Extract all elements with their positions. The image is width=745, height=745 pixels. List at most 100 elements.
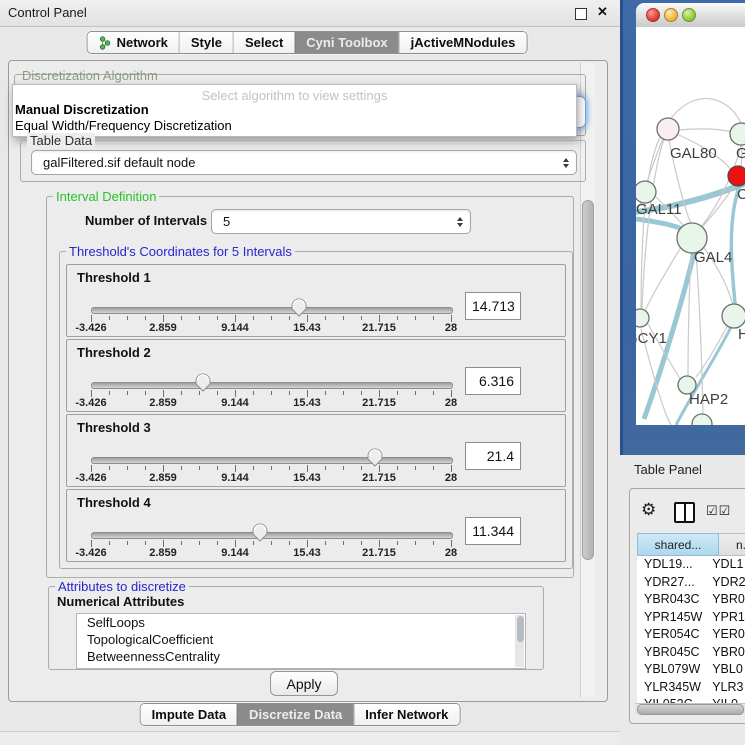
table-cell[interactable]: YLR345W <box>637 679 709 697</box>
node-label-gal4: GAL4 <box>694 249 732 266</box>
table-row[interactable]: YBL079WYBL0 <box>637 661 745 679</box>
table-cell[interactable]: YPR1 <box>709 609 745 627</box>
network-node-gal11[interactable] <box>636 181 656 203</box>
table-cell[interactable]: YER0 <box>709 626 745 644</box>
slider-scale-label: 15.43 <box>293 547 321 559</box>
table-cell[interactable]: YBR043C <box>637 591 709 609</box>
table-cell[interactable]: YPR145W <box>637 609 709 627</box>
threshold-value-field[interactable] <box>465 442 521 470</box>
combo-stepper-icon <box>457 217 463 227</box>
table-cell[interactable]: YER054C <box>637 626 709 644</box>
close-traffic-light[interactable] <box>646 8 660 22</box>
slider-scale-label: 2.859 <box>149 472 177 484</box>
slider-scale-label: -3.426 <box>75 472 106 484</box>
column-header-shared-name[interactable]: shared... <box>637 533 719 556</box>
threshold-slider-track[interactable] <box>91 307 453 314</box>
slider-tick <box>199 466 200 470</box>
minimize-traffic-light[interactable] <box>664 8 678 22</box>
table-cell[interactable]: YDR2 <box>709 574 745 592</box>
table-row[interactable]: YLR345WYLR3 <box>637 679 745 697</box>
slider-thumb[interactable] <box>366 447 384 468</box>
table-cell[interactable]: YBL0 <box>709 661 745 679</box>
menu-item-manual-discretization[interactable]: Manual Discretization <box>15 102 149 117</box>
list-scrollbar-thumb[interactable] <box>517 616 524 642</box>
split-view-icon[interactable] <box>674 502 695 523</box>
table-row[interactable]: YPR145WYPR1 <box>637 609 745 627</box>
panel-title: Control Panel <box>8 5 87 20</box>
table-cell[interactable]: YDL1 <box>709 556 745 574</box>
table-data-combo[interactable]: galFiltered.sif default node <box>31 150 577 175</box>
table-cell[interactable]: YIL0 <box>709 696 745 703</box>
tab-label: Infer Network <box>365 707 448 722</box>
slider-tick <box>253 316 254 320</box>
network-node[interactable] <box>730 123 745 145</box>
tab-select[interactable]: Select <box>233 32 294 53</box>
slider-thumb[interactable] <box>251 522 269 543</box>
tab-cyni-toolbox[interactable]: Cyni Toolbox <box>294 32 398 53</box>
slider-tick <box>379 540 380 547</box>
table-cell[interactable]: YBR045C <box>637 644 709 662</box>
table-row[interactable]: YBR043CYBR0 <box>637 591 745 609</box>
column-header-name[interactable]: n... <box>719 533 745 556</box>
tab-impute-data[interactable]: Impute Data <box>141 704 237 725</box>
tab-jactivemnodules[interactable]: jActiveMNodules <box>399 32 527 53</box>
slider-thumb[interactable] <box>290 297 308 318</box>
table-cell[interactable]: YBR0 <box>709 644 745 662</box>
threshold-slider-track[interactable] <box>91 457 453 464</box>
table-cell[interactable]: YBL079W <box>637 661 709 679</box>
network-node-gal80[interactable] <box>657 118 679 140</box>
slider-tick <box>163 540 164 547</box>
table-row[interactable]: YER054CYER0 <box>637 626 745 644</box>
threshold-slider-track[interactable] <box>91 382 453 389</box>
slider-tick <box>181 391 182 395</box>
table-cell[interactable]: YLR3 <box>709 679 745 697</box>
slider-tick <box>181 466 182 470</box>
network-canvas[interactable]: GAL80 GA GAL11 C GAL4 GCY1 H HAP2 <box>636 27 745 425</box>
attribute-item-selfloops[interactable]: SelfLoops <box>77 614 525 631</box>
attribute-item-betweennesscentrality[interactable]: BetweennessCentrality <box>77 648 525 665</box>
table-hscrollbar-thumb[interactable] <box>637 704 744 715</box>
float-window-icon[interactable] <box>575 8 587 20</box>
apply-button[interactable]: Apply <box>270 671 338 696</box>
slider-thumb[interactable] <box>194 372 212 393</box>
threshold-slider-track[interactable] <box>91 532 453 539</box>
slider-tick <box>271 466 272 470</box>
table-cell[interactable]: YIL052C <box>637 696 709 703</box>
slider-tick <box>289 541 290 545</box>
table-row[interactable]: YIL052CYIL0 <box>637 696 745 703</box>
close-icon[interactable]: ✕ <box>597 4 608 20</box>
number-of-intervals-combo[interactable]: 5 <box>211 209 471 234</box>
menu-item-equal-width-frequency[interactable]: Equal Width/Frequency Discretization <box>15 118 232 133</box>
table-cell[interactable]: YDL19... <box>637 556 709 574</box>
tab-style[interactable]: Style <box>179 32 233 53</box>
table-row[interactable]: YDL19...YDL1 <box>637 556 745 574</box>
panel-scrollbar-thumb[interactable] <box>582 200 594 560</box>
slider-tick <box>109 391 110 395</box>
threshold-value-field[interactable] <box>465 292 521 320</box>
bottom-tab-bar: Impute DataDiscretize Data Infer Network <box>140 703 461 726</box>
attribute-item-topologicalcoefficient[interactable]: TopologicalCoefficient <box>77 631 525 648</box>
network-node-selected[interactable] <box>728 166 745 186</box>
slider-tick <box>127 466 128 470</box>
threshold-value-field[interactable] <box>465 367 521 395</box>
gear-icon[interactable]: ⚙ <box>641 500 656 520</box>
table-row[interactable]: YBR045CYBR0 <box>637 644 745 662</box>
interval-definition-group: Interval Definition Number of Intervals … <box>46 196 574 578</box>
table-cell[interactable]: YBR0 <box>709 591 745 609</box>
table-cell[interactable]: YDR27... <box>637 574 709 592</box>
network-node[interactable] <box>692 414 712 425</box>
tab-infer-network[interactable]: Infer Network <box>353 704 459 725</box>
slider-tick <box>397 541 398 545</box>
node-label-partial: H <box>738 326 745 343</box>
network-node-gcy1[interactable] <box>636 309 649 327</box>
zoom-traffic-light[interactable] <box>682 8 696 22</box>
network-node-h[interactable] <box>722 304 745 328</box>
tab-network[interactable]: Network <box>88 32 179 53</box>
numerical-attributes-list[interactable]: SelfLoopsTopologicalCoefficientBetweenne… <box>76 613 526 669</box>
column-checkboxes-icon[interactable]: ☑☑ <box>706 503 731 519</box>
table-row[interactable]: YDR27...YDR2 <box>637 574 745 592</box>
tab-discretize-data[interactable]: Discretize Data <box>237 704 353 725</box>
threshold-value-field[interactable] <box>465 517 521 545</box>
slider-tick <box>145 316 146 320</box>
slider-tick <box>451 390 452 397</box>
